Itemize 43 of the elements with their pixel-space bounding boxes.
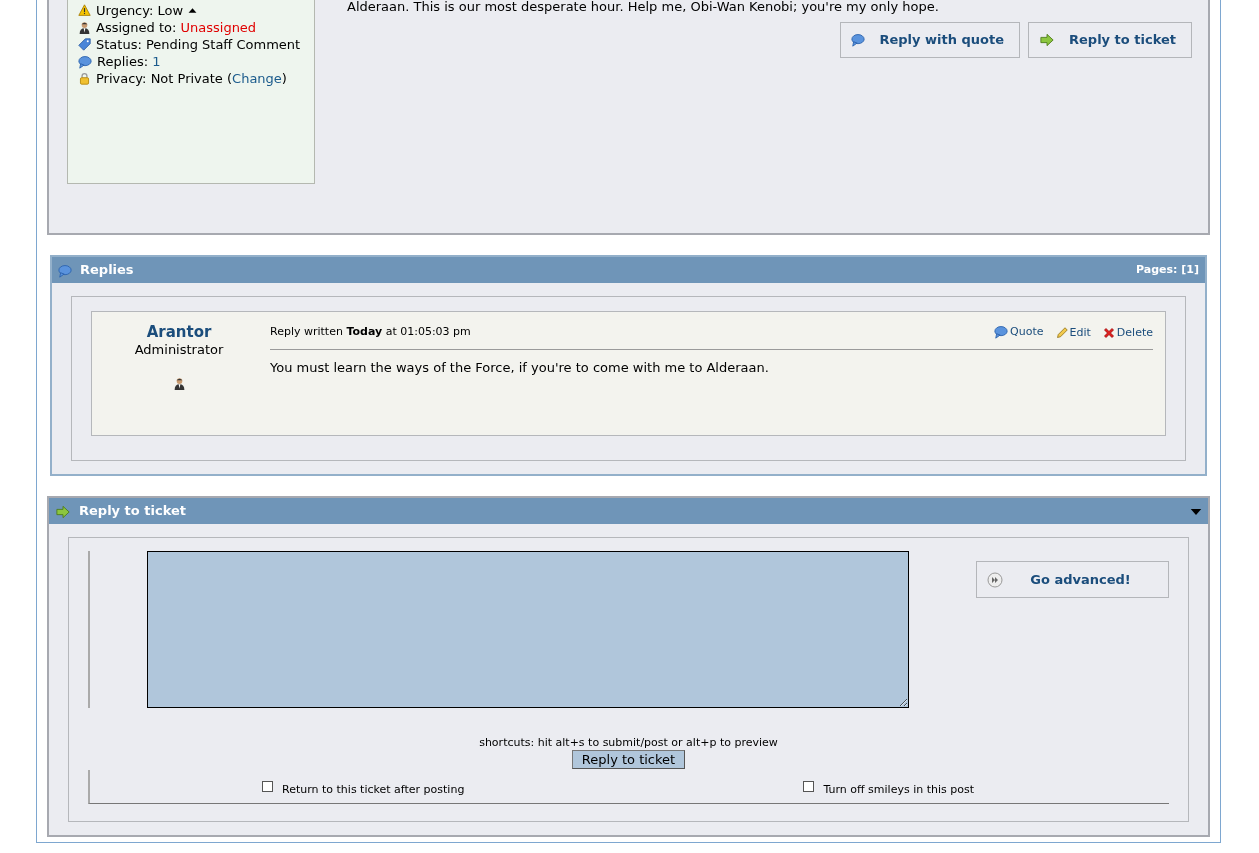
reply-to-ticket-button[interactable]: Reply to ticket bbox=[1028, 22, 1192, 58]
lock-icon bbox=[78, 72, 91, 85]
replies-info-text: Replies: 1 bbox=[97, 53, 161, 70]
fast-forward-icon bbox=[987, 571, 1003, 588]
change-link[interactable]: Change bbox=[232, 71, 282, 86]
delete-icon bbox=[1102, 327, 1115, 340]
right-arrow-icon bbox=[1039, 33, 1056, 47]
reply-form-title: Reply to ticket bbox=[79, 502, 186, 521]
speech-bubble-icon bbox=[994, 325, 1009, 340]
user-avatar-icon bbox=[172, 377, 186, 390]
delete-link[interactable]: Delete bbox=[1102, 325, 1153, 342]
submit-button[interactable]: Reply to ticket bbox=[571, 750, 686, 769]
privacy-info-text: Privacy: Not Private (Change) bbox=[96, 70, 287, 87]
checkbox[interactable] bbox=[803, 781, 815, 792]
shortcuts-hint: shortcuts: hit alt+s to submit/post or alt+p to preview bbox=[478, 736, 779, 750]
right-arrow-icon bbox=[55, 504, 71, 519]
speech-bubble-icon bbox=[78, 54, 92, 69]
replies-title: Replies bbox=[80, 261, 134, 280]
message-field[interactable] bbox=[147, 551, 909, 708]
author-name[interactable]: Arantor bbox=[104, 324, 254, 341]
speech-bubble-icon bbox=[58, 263, 72, 278]
edit-link[interactable]: Edit bbox=[1055, 325, 1091, 342]
checkbox[interactable] bbox=[262, 781, 273, 792]
reply-with-quote-button[interactable]: Reply with quote bbox=[840, 22, 1021, 58]
urgency-info-text: Urgency: Low bbox=[96, 2, 184, 19]
reply-meta-text: Reply written Today at 01:05:03 pm bbox=[270, 324, 471, 340]
warning-icon bbox=[78, 4, 91, 17]
quote-link[interactable]: Quote bbox=[994, 324, 1044, 341]
reply-body-text: You must learn the ways of the Force, if you're to come with me to Alderaan. bbox=[270, 358, 770, 377]
status-info-text: Status: Pending Staff Comment bbox=[96, 36, 301, 53]
assigned-info-text: Assigned to: Unassigned bbox=[96, 19, 257, 36]
caret-up-icon bbox=[188, 6, 198, 15]
pencil-icon bbox=[1055, 327, 1068, 340]
person-icon bbox=[78, 21, 91, 34]
author-role: Administrator bbox=[133, 341, 225, 358]
option-label: Return to this ticket after posting bbox=[282, 782, 465, 799]
speech-bubble-icon bbox=[851, 33, 866, 47]
tag-icon bbox=[78, 38, 91, 51]
replies-count-link[interactable]: 1 bbox=[152, 54, 161, 69]
go-advanced-button[interactable]: Go advanced! bbox=[976, 561, 1169, 598]
pages-indicator: Pages: [1] bbox=[1136, 261, 1199, 278]
ticket-body-text: Alderaan. This is our most desperate hour. Help me, Obi-Wan Kenobi; you're my only hope. bbox=[347, 0, 940, 14]
option-label: Turn off smileys in this post bbox=[823, 782, 974, 799]
